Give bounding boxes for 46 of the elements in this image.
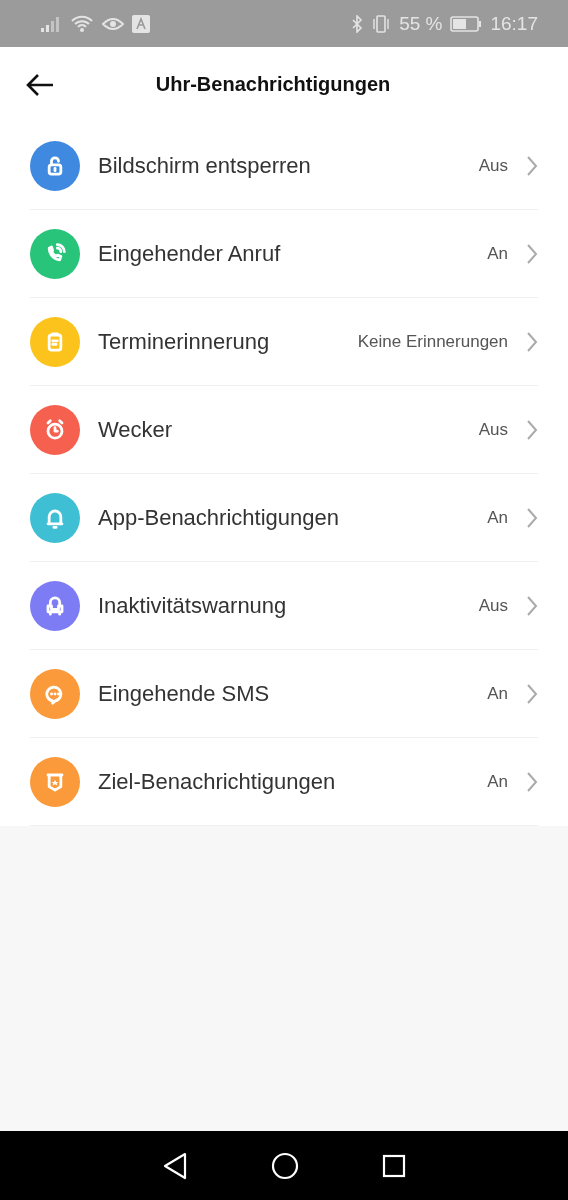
settings-row[interactable]: Wecker Aus <box>30 386 538 474</box>
chevron-right-icon <box>526 330 538 353</box>
settings-row[interactable]: Terminerinnerung Keine Erinnerungen <box>30 298 538 386</box>
battery-percentage: 55 % <box>399 12 443 35</box>
settings-row[interactable]: Bildschirm entsperren Aus <box>30 122 538 210</box>
row-value: An <box>487 771 508 792</box>
row-value: An <box>487 507 508 528</box>
chevron-right-icon <box>526 418 538 441</box>
settings-row[interactable]: Inaktivitätswarnung Aus <box>30 562 538 650</box>
settings-row[interactable]: Eingehender Anruf An <box>30 210 538 298</box>
back-nav-icon[interactable] <box>161 1151 188 1180</box>
row-label: Terminerinnerung <box>98 328 271 355</box>
signal-icon <box>40 14 62 33</box>
row-value: An <box>487 683 508 704</box>
row-value: Keine Erinnerungen <box>357 331 508 352</box>
page-title: Uhr-Benachrichtigungen <box>154 73 392 96</box>
chevron-right-icon <box>526 682 538 705</box>
row-label: Bildschirm entsperren <box>98 152 312 179</box>
chevron-right-icon <box>526 506 538 529</box>
row-label: Ziel-Benachrichtigungen <box>98 768 337 795</box>
home-nav-icon[interactable] <box>271 1151 299 1180</box>
row-label: Wecker <box>98 416 174 443</box>
row-value: Aus <box>478 419 508 440</box>
chevron-right-icon <box>526 154 538 177</box>
recents-nav-icon[interactable] <box>382 1153 407 1178</box>
chevron-right-icon <box>526 594 538 617</box>
settings-row[interactable]: Eingehende SMS An <box>30 650 538 738</box>
battery-icon <box>450 15 483 32</box>
back-arrow-icon <box>25 72 55 97</box>
eye-icon <box>102 15 124 32</box>
chevron-right-icon <box>526 770 538 793</box>
app-icon <box>132 14 150 33</box>
row-label: Eingehende SMS <box>98 680 271 707</box>
settings-row[interactable]: App-Benachrichtigungen An <box>30 474 538 562</box>
row-label: Eingehender Anruf <box>98 240 282 267</box>
bluetooth-icon <box>351 14 364 33</box>
clock-time: 16:17 <box>490 12 538 35</box>
settings-row[interactable]: Ziel-Benachrichtigungen An <box>30 738 538 826</box>
row-label: Inaktivitätswarnung <box>98 592 288 619</box>
wifi-icon <box>70 14 94 33</box>
chevron-right-icon <box>526 242 538 265</box>
vibrate-icon <box>371 14 392 33</box>
row-value: Aus <box>478 155 508 176</box>
row-label: App-Benachrichtigungen <box>98 504 340 531</box>
row-value: Aus <box>478 595 508 616</box>
row-value: An <box>487 243 508 264</box>
